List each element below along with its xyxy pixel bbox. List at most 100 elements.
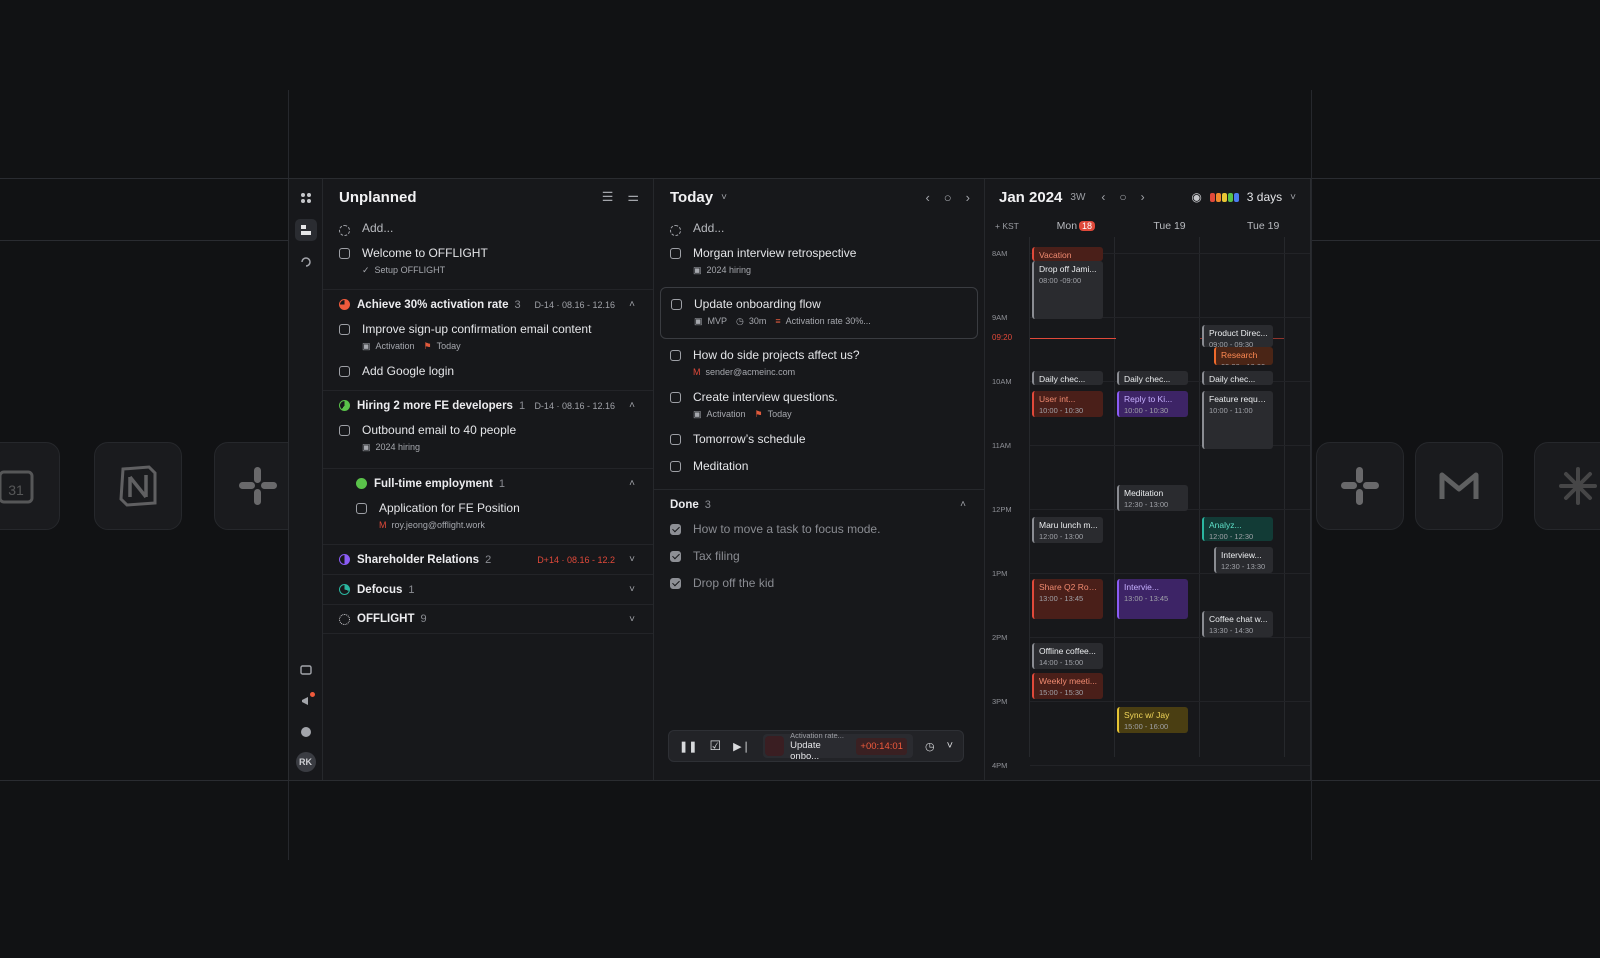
task-checkbox[interactable] [670,248,681,259]
current-task[interactable]: Activation rate... Update onbo... +00:14… [762,731,913,762]
announcement-icon[interactable] [295,690,317,712]
calendar-event[interactable]: Interview... 12:30 - 13:30 [1214,547,1273,573]
chevron-down-icon[interactable]: ˅ [721,192,727,203]
prev-day-icon[interactable]: ‹ [925,190,929,205]
calendar-event[interactable]: Vacation [1032,247,1103,261]
task-checkbox[interactable] [356,503,367,514]
calendar-event[interactable]: Share Q2 Roa... 13:00 - 13:45 [1032,579,1103,619]
view-select[interactable]: 3 days [1247,190,1282,204]
calendar-event[interactable]: Daily chec... [1202,371,1273,385]
task-checkbox[interactable] [670,350,681,361]
task-item[interactable]: Improve sign-up confirmation email conte… [323,321,653,338]
calendar-event[interactable]: Daily chec... [1032,371,1103,385]
task-checkbox-checked[interactable] [670,578,681,589]
chevron-up-icon[interactable]: ˄ [627,400,637,411]
task-item[interactable]: Application for FE Position [340,500,653,517]
goal-group-shareholder[interactable]: Shareholder Relations 2 D+14 · 08.16 - 1… [323,544,653,574]
calendar-event[interactable]: Feature reque... 10:00 - 11:00 [1202,391,1273,449]
task-item[interactable]: Tomorrow’s schedule [654,431,984,448]
task-checkbox[interactable] [670,434,681,445]
today-title[interactable]: Today [670,189,713,206]
done-task-item[interactable]: Tax filing [654,548,984,565]
task-item[interactable]: Outbound email to 40 people [323,422,653,439]
task-item[interactable]: Morgan interview retrospective [654,245,984,262]
task-checkbox[interactable] [670,461,681,472]
task-item[interactable]: Welcome to OFFLIGHT [323,245,653,262]
pause-icon[interactable]: ❚❚ [679,740,697,753]
calendar-event[interactable]: Weekly meeti... 15:00 - 15:30 [1032,673,1103,699]
calendar-event[interactable]: Offline coffee... 14:00 - 15:00 [1032,643,1103,669]
done-task-item[interactable]: How to move a task to focus mode. [654,521,984,538]
task-item[interactable]: Create interview questions. [654,389,984,406]
task-checkbox[interactable] [339,425,350,436]
task-checkbox-checked[interactable] [670,551,681,562]
skip-icon[interactable]: ▶❘ [733,740,751,753]
calendar-event[interactable]: Intervie... 13:00 - 13:45 [1117,579,1188,619]
chevron-down-icon[interactable]: ˅ [627,554,637,565]
eye-icon[interactable]: ◉ [1191,190,1201,204]
calendar-event[interactable]: Meditation 12:30 - 13:00 [1117,485,1188,511]
chevron-up-icon[interactable]: ˄ [627,299,637,310]
prev-icon[interactable]: ‹ [1101,190,1105,204]
apps-icon[interactable] [295,187,317,209]
chevron-down-icon[interactable]: ˅ [1290,192,1296,203]
calendar-event[interactable]: Product Direc... 09:00 - 09:30 [1202,325,1273,347]
help-icon[interactable] [295,721,317,743]
goal-group-defocus[interactable]: Defocus 1 ˅ [323,574,653,604]
calendar-event[interactable]: Coffee chat w... 13:30 - 14:30 [1202,611,1273,637]
task-checkbox[interactable] [670,392,681,403]
day-header[interactable]: Tue 19 [1123,220,1217,232]
chevron-down-icon[interactable]: ˅ [947,740,953,752]
history-icon[interactable]: ◷ [925,740,935,753]
calendar-event[interactable]: Research 09:20 - 10:00 [1214,347,1273,365]
calendar-event[interactable]: Maru lunch m... 12:00 - 13:00 [1032,517,1103,543]
avatar[interactable]: RK [295,752,316,772]
done-task-item[interactable]: Drop off the kid [654,575,984,592]
add-list-icon[interactable]: ☰ [602,189,614,205]
day-column[interactable] [1200,237,1285,757]
calendar-event[interactable]: Drop off Jami... 08:00 -09:00 [1032,261,1103,319]
goal-group-hiring[interactable]: Hiring 2 more FE developers 1 D-14 · 08.… [323,390,653,420]
next-day-icon[interactable]: › [966,190,970,205]
focus-icon[interactable] [295,251,317,273]
calendar-grid[interactable]: 8AM 9AM 10AM 11AM 12PM 1PM 2PM 3PM 4PM 09:20 Vacat… [992,237,1310,770]
day-header[interactable]: Tue 19 [1216,220,1310,232]
calendar-event[interactable]: Sync w/ Jay 15:00 - 16:00 [1117,707,1188,733]
chevron-down-icon[interactable]: ˅ [627,614,637,625]
focused-task-card[interactable]: Update onboarding flow ▣ MVP ◷ 30m ≡ Activa… [660,287,978,339]
calendar-event[interactable]: Daily chec... [1117,371,1188,385]
calendar-colors[interactable] [1209,192,1239,202]
add-task-row[interactable]: Add... [654,215,984,242]
next-icon[interactable]: › [1141,190,1145,204]
calendar-event[interactable]: Reply to Ki... 10:00 - 10:30 [1117,391,1188,417]
subgoal-group[interactable]: Full-time employment 1 ˄ [323,468,653,498]
goal-group-offlight[interactable]: OFFLIGHT 9 ˅ [323,604,653,634]
task-checkbox[interactable] [339,324,350,335]
task-item[interactable]: Add Google login [323,363,653,380]
task-checkbox-checked[interactable] [670,524,681,535]
complete-icon[interactable]: ☑ [709,738,721,754]
task-checkbox[interactable] [339,366,350,377]
task-item[interactable]: Meditation [654,458,984,475]
add-task-input[interactable]: Add... [693,220,724,237]
add-task-row[interactable]: Add... [323,215,653,242]
task-item[interactable]: How do side projects affect us? [654,347,984,364]
chevron-up-icon[interactable]: ˄ [958,499,968,510]
goal-group-activation[interactable]: Achieve 30% activation rate 3 D-14 · 08.… [323,289,653,319]
calendar-event[interactable]: Analyz... 12:00 - 12:30 [1202,517,1273,541]
filter-icon[interactable]: ⚌ [627,189,639,205]
task-checkbox[interactable] [339,248,350,259]
chevron-up-icon[interactable]: ˄ [627,478,637,489]
task-item[interactable]: Update onboarding flow [661,296,977,313]
planner-icon[interactable] [294,219,317,241]
today-dot-icon[interactable]: ○ [1119,190,1126,204]
task-checkbox[interactable] [671,299,682,310]
calendar-event[interactable]: User int... 10:00 - 10:30 [1032,391,1103,417]
timezone-button[interactable]: + KST [985,221,1029,231]
chevron-down-icon[interactable]: ˅ [627,584,637,595]
inbox-icon[interactable] [295,659,317,681]
today-dot-icon[interactable]: ○ [944,190,952,205]
add-task-input[interactable]: Add... [362,220,393,237]
done-section-header[interactable]: Done 3 ˄ [654,489,984,519]
day-header[interactable]: Mon 18 [1029,220,1123,232]
